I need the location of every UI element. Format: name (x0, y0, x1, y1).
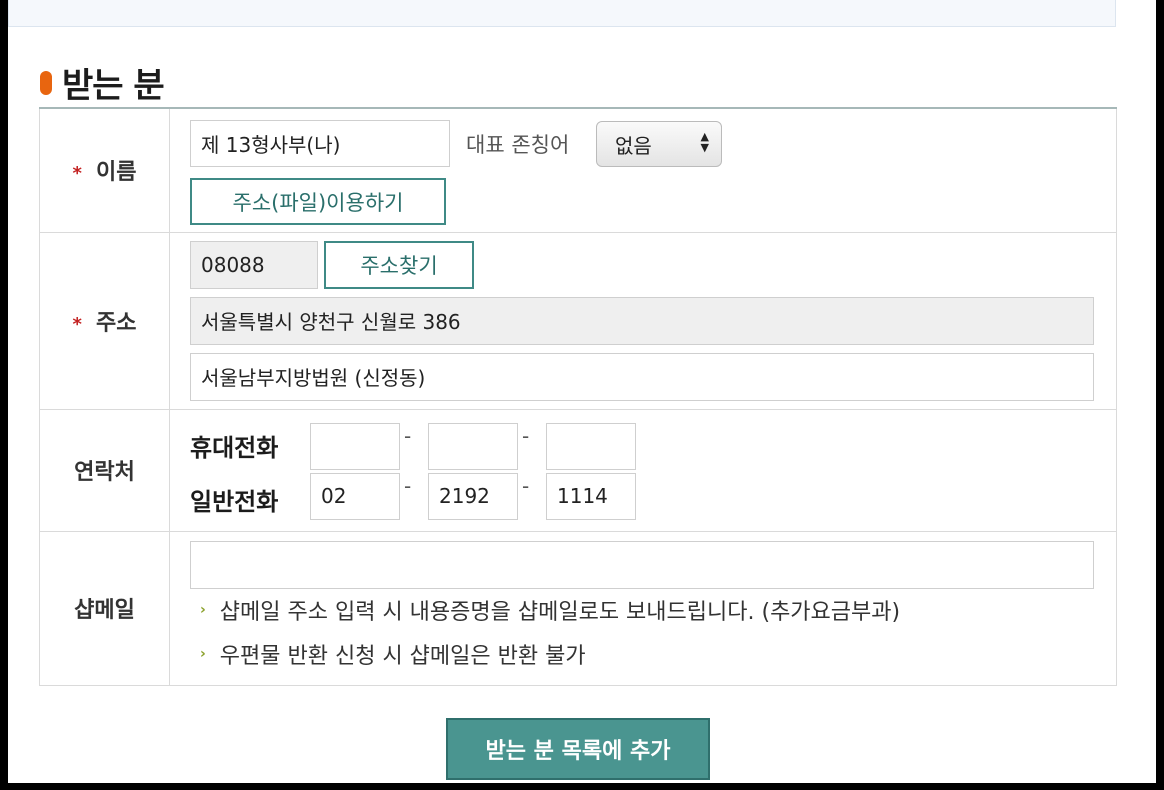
find-address-button[interactable]: 주소찾기 (324, 240, 474, 289)
dash: - (404, 423, 412, 448)
address-file-button[interactable]: 주소(파일)이용하기 (190, 178, 446, 225)
email-label: 샵메일 (39, 530, 170, 686)
section-title: 받는 분 (40, 58, 165, 107)
name-label-text: 이름 (95, 160, 137, 186)
contact-row: 연락처 휴대전화 - - 일반전화 02 - 2192 - 1114 (39, 408, 1117, 532)
dash: - (522, 423, 530, 448)
mobile-part3-input[interactable] (546, 422, 636, 470)
address-label: * 주소 (39, 231, 170, 410)
top-strip (8, 0, 1116, 27)
note-item: › 샵메일 주소 입력 시 내용증명을 샵메일로도 보내드립니다. (추가요금부… (200, 594, 900, 626)
note-item: › 우편물 반환 신청 시 샵메일은 반환 불가 (200, 638, 586, 670)
mobile-part2-input[interactable] (428, 422, 518, 470)
required-mark: * (72, 163, 82, 185)
note-text: 샵메일 주소 입력 시 내용증명을 샵메일로도 보내드립니다. (추가요금부과) (219, 599, 901, 625)
mobile-label: 휴대전화 (190, 433, 279, 462)
landline-part1-input[interactable]: 02 (310, 472, 400, 520)
name-cell: 제 13형사부(나) 대표 존칭어 없음 ▲ ▼ 주소(파일)이용하기 (169, 107, 1117, 233)
address-line1-input[interactable]: 서울특별시 양천구 신월로 386 (190, 296, 1094, 345)
page: 받는 분 * 이름 제 13형사부(나) 대표 존칭어 없음 ▲ ▼ 주소(파일)이… (8, 0, 1156, 783)
address-line2-input[interactable]: 서울남부지방법원 (신정동) (190, 352, 1094, 401)
landline-part3-input[interactable]: 1114 (546, 472, 636, 520)
honorific-label: 대표 존칭어 (466, 133, 570, 157)
bullet-arrow-icon: › (200, 645, 206, 662)
name-label: * 이름 (39, 107, 170, 233)
add-recipient-button[interactable]: 받는 분 목록에 추가 (446, 718, 710, 780)
address-row: * 주소 08088 주소찾기 서울특별시 양천구 신월로 386 서울남부지방법… (39, 231, 1117, 410)
landline-label: 일반전화 (190, 487, 279, 516)
mobile-part1-input[interactable] (310, 422, 400, 470)
contact-cell: 휴대전화 - - 일반전화 02 - 2192 - 1114 (169, 408, 1117, 532)
dash: - (404, 473, 412, 498)
title-bar-icon (40, 70, 52, 95)
bullet-arrow-icon: › (200, 601, 206, 618)
name-input[interactable]: 제 13형사부(나) (190, 120, 450, 167)
email-cell: › 샵메일 주소 입력 시 내용증명을 샵메일로도 보내드립니다. (추가요금부… (169, 530, 1117, 686)
required-mark: * (72, 313, 82, 335)
name-row: * 이름 제 13형사부(나) 대표 존칭어 없음 ▲ ▼ 주소(파일)이용하기 (39, 107, 1117, 233)
honorific-select[interactable]: 없음 ▲ ▼ (596, 121, 722, 167)
select-arrows-icon: ▲ ▼ (700, 130, 709, 154)
note-text: 우편물 반환 신청 시 샵메일은 반환 불가 (219, 643, 586, 669)
address-label-text: 주소 (95, 310, 137, 336)
address-cell: 08088 주소찾기 서울특별시 양천구 신월로 386 서울남부지방법원 (신… (169, 231, 1117, 410)
dash: - (522, 473, 530, 498)
recipient-form: * 이름 제 13형사부(나) 대표 존칭어 없음 ▲ ▼ 주소(파일)이용하기 *… (39, 107, 1117, 686)
contact-label: 연락처 (39, 408, 170, 532)
shopmail-input[interactable] (190, 540, 1094, 589)
email-row: 샵메일 › 샵메일 주소 입력 시 내용증명을 샵메일로도 보내드립니다. (추… (39, 530, 1117, 686)
landline-part2-input[interactable]: 2192 (428, 472, 518, 520)
honorific-selected: 없음 (615, 133, 652, 158)
postal-code-input[interactable]: 08088 (190, 240, 318, 289)
section-title-text: 받는 분 (62, 66, 165, 106)
